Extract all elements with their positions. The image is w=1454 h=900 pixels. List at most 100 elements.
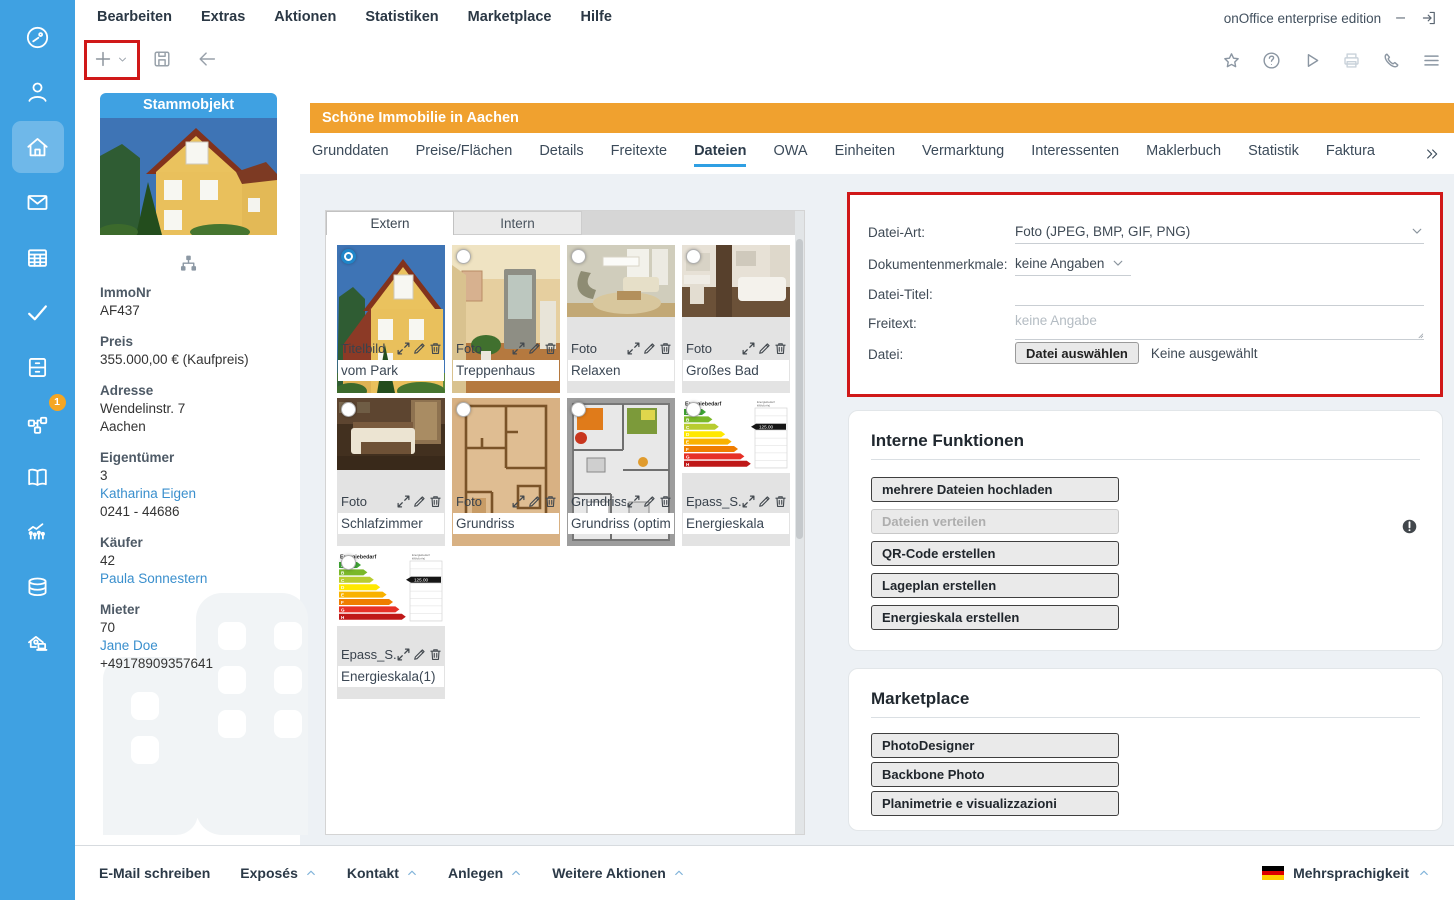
resize-handle-icon[interactable] [1414,329,1424,339]
sidebar-item-calendar[interactable] [12,231,64,283]
sidebar-item-email[interactable] [12,176,64,228]
delete-icon[interactable] [428,647,443,662]
freitext-textarea[interactable]: keine Angabe [1015,309,1424,340]
delete-icon[interactable] [658,494,673,509]
tab-dateien[interactable]: Dateien [694,143,746,167]
title-image-radio[interactable] [571,249,586,264]
sidebar-item-statistics[interactable] [12,506,64,558]
language-selector[interactable]: Mehrsprachigkeit [1262,865,1430,881]
footer-action-weitere-aktionen[interactable]: Weitere Aktionen [552,865,685,881]
button-energieskala-erstellen[interactable]: Energieskala erstellen [871,605,1119,630]
button-lageplan-erstellen[interactable]: Lageplan erstellen [871,573,1119,598]
edit-icon[interactable] [412,494,427,509]
edit-icon[interactable] [757,494,772,509]
save-button[interactable] [151,48,173,70]
sidebar-item-files[interactable] [12,341,64,393]
delete-icon[interactable] [543,494,558,509]
button-planimetrie-e-visualizzazioni[interactable]: Planimetrie e visualizzazioni [871,791,1119,816]
expand-icon[interactable] [626,341,641,356]
tab-preise-flächen[interactable]: Preise/Flächen [416,143,513,167]
file-tab-extern[interactable]: Extern [326,211,454,235]
edit-icon[interactable] [642,494,657,509]
datei-art-select[interactable]: Foto (JPEG, BMP, GIF, PNG) [1015,219,1424,244]
menu-hilfe[interactable]: Hilfe [581,9,612,25]
property-main-photo[interactable] [100,118,277,235]
favorites-button[interactable] [1221,50,1242,71]
expand-icon[interactable] [741,341,756,356]
choose-file-button[interactable]: Datei auswählen [1015,342,1139,364]
overflow-menu-button[interactable] [1421,50,1442,71]
sidebar-item-dashboard[interactable] [12,11,64,63]
tab-statistik[interactable]: Statistik [1248,143,1299,167]
title-image-radio[interactable] [456,249,471,264]
footer-action-expos-s[interactable]: Exposés [240,865,317,881]
phone-button[interactable] [1381,50,1402,71]
file-title-input[interactable] [568,513,674,534]
edit-icon[interactable] [642,341,657,356]
tab-vermarktung[interactable]: Vermarktung [922,143,1004,167]
file-title-input[interactable] [683,360,789,381]
sidebar-item-contacts[interactable] [12,66,64,118]
edit-icon[interactable] [412,647,427,662]
info-icon[interactable] [1401,518,1418,535]
title-image-radio[interactable] [341,249,356,264]
contact-link[interactable]: Jane Doe [100,637,295,655]
file-title-input[interactable] [683,513,789,534]
tutorial-button[interactable] [1301,50,1322,71]
expand-icon[interactable] [626,494,641,509]
title-image-radio[interactable] [341,555,356,570]
delete-icon[interactable] [428,494,443,509]
button-photodesigner[interactable]: PhotoDesigner [871,733,1119,758]
menu-statistiken[interactable]: Statistiken [365,9,438,25]
expand-icon[interactable] [741,494,756,509]
delete-icon[interactable] [773,494,788,509]
merkmale-select[interactable]: keine Angaben [1015,251,1131,276]
edit-icon[interactable] [412,341,427,356]
contact-link[interactable]: Katharina Eigen [100,485,295,503]
menu-bearbeiten[interactable]: Bearbeiten [97,9,172,25]
file-title-input[interactable] [338,666,444,687]
create-record-button[interactable] [92,48,128,70]
logout-icon[interactable] [1420,9,1438,27]
file-title-input[interactable] [568,360,674,381]
tab-details[interactable]: Details [539,143,583,167]
edit-icon[interactable] [527,341,542,356]
minimize-button[interactable]: – [1396,9,1405,27]
tabs-overflow-button[interactable] [1424,146,1440,162]
back-button[interactable] [196,48,218,70]
footer-action-anlegen[interactable]: Anlegen [448,865,522,881]
scrollbar[interactable] [795,211,804,834]
edit-icon[interactable] [527,494,542,509]
title-image-radio[interactable] [686,402,701,417]
tab-grunddaten[interactable]: Grunddaten [312,143,389,167]
title-image-radio[interactable] [571,402,586,417]
tab-interessenten[interactable]: Interessenten [1031,143,1119,167]
expand-icon[interactable] [511,494,526,509]
expand-icon[interactable] [396,647,411,662]
sidebar-item-properties[interactable] [12,121,64,173]
delete-icon[interactable] [543,341,558,356]
menu-extras[interactable]: Extras [201,9,245,25]
expand-icon[interactable] [396,341,411,356]
file-title-input[interactable] [338,360,444,381]
expand-icon[interactable] [396,494,411,509]
hierarchy-icon[interactable] [178,253,199,274]
tab-faktura[interactable]: Faktura [1326,143,1375,167]
edit-icon[interactable] [757,341,772,356]
scrollbar-thumb[interactable] [796,239,803,539]
datei-titel-input[interactable] [1015,281,1424,306]
menu-aktionen[interactable]: Aktionen [274,9,336,25]
footer-action-kontakt[interactable]: Kontakt [347,865,418,881]
file-title-input[interactable] [453,360,559,381]
delete-icon[interactable] [773,341,788,356]
tab-maklerbuch[interactable]: Maklerbuch [1146,143,1221,167]
button-backbone-photo[interactable]: Backbone Photo [871,762,1119,787]
title-image-radio[interactable] [341,402,356,417]
sidebar-item-knowledge[interactable] [12,451,64,503]
contact-link[interactable]: Paula Sonnestern [100,570,295,588]
menu-marketplace[interactable]: Marketplace [468,9,552,25]
sidebar-item-tasks[interactable] [12,286,64,338]
expand-icon[interactable] [511,341,526,356]
tab-einheiten[interactable]: Einheiten [835,143,895,167]
title-image-radio[interactable] [456,402,471,417]
